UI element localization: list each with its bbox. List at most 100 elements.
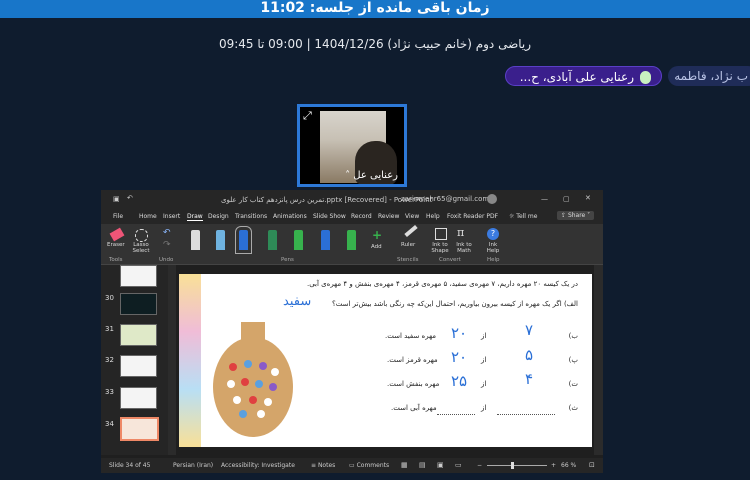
expand-icon[interactable]: ⤢ (303, 110, 315, 122)
fit-slide-icon[interactable]: ⊡ (589, 461, 595, 469)
tab-review[interactable]: Review (378, 213, 399, 220)
slide-thumbnail[interactable] (120, 265, 157, 287)
normal-view-icon[interactable]: ▦ (401, 461, 408, 469)
slide-scrollbar[interactable] (594, 265, 603, 455)
eraser-icon[interactable] (109, 227, 125, 242)
language-status[interactable]: Persian (Iran) (173, 462, 213, 469)
ribbon-tabs: File Home Insert Draw Design Transitions… (101, 210, 603, 224)
from-word: از (481, 380, 487, 388)
tab-draw[interactable]: Draw (187, 213, 203, 221)
share-button[interactable]: ⇪ Share ˅ (557, 211, 595, 220)
accessibility-status[interactable]: Accessibility: Investigate (221, 462, 295, 469)
slide-thumbnails-panel: 30 31 32 33 34 (101, 265, 173, 455)
pen-icon[interactable] (216, 230, 225, 250)
ink-to-math-icon[interactable]: π (457, 226, 464, 239)
slide-thumbnail[interactable] (120, 387, 157, 409)
tab-home[interactable]: Home (139, 213, 157, 220)
thumbnails-scrollbar[interactable] (168, 265, 176, 455)
notes-button[interactable]: ≡ Notes (311, 462, 335, 469)
participant-chip-speaking[interactable]: رعنایی علی آبادی، ح... (505, 66, 662, 86)
question-intro: در یک کیسه ۲۰ مهره داریم، ۷ مهره‌ی سفید،… (307, 280, 578, 288)
pen-icon[interactable] (347, 230, 356, 250)
group-stencils-label: Stencils (397, 257, 419, 263)
undo-icon[interactable]: ↶ (127, 194, 133, 202)
thumb-number: 32 (105, 356, 114, 364)
avatar[interactable] (487, 194, 497, 204)
slide-counter: Slide 34 of 45 (109, 462, 151, 469)
add-pen-icon[interactable]: + (372, 228, 382, 242)
tab-slideshow[interactable]: Slide Show (313, 213, 346, 220)
ink-to-shape-label: Ink to Shape (431, 242, 449, 254)
lasso-icon[interactable] (135, 229, 148, 242)
thumb-number: 30 (105, 294, 114, 302)
tab-view[interactable]: View (405, 213, 419, 220)
shared-screen-powerpoint: ▣ ↶ تمرین درس پانزدهم کتاب کار علوی.pptx… (101, 190, 603, 473)
row-prefix: ث) (568, 404, 578, 412)
zoom-slider-thumb[interactable] (511, 462, 514, 469)
group-help-label: Help (487, 257, 500, 263)
tab-design[interactable]: Design (208, 213, 229, 220)
tab-animations[interactable]: Animations (273, 213, 307, 220)
ink-to-math-label: Ink to Math (456, 242, 472, 254)
reading-view-icon[interactable]: ▣ (437, 461, 444, 469)
tell-me-search[interactable]: ☼ Tell me (509, 213, 537, 220)
pen-icon[interactable] (268, 230, 277, 250)
from-word: از (481, 404, 487, 412)
zoom-out-icon[interactable]: − (477, 462, 482, 469)
current-slide: در یک کیسه ۲۰ مهره داریم، ۷ مهره‌ی سفید،… (179, 274, 592, 447)
ruler-icon[interactable] (404, 224, 418, 238)
lasso-label: Lasso Select (132, 242, 150, 254)
help-icon[interactable]: ? (487, 228, 499, 240)
participant-name: رعنایی علی آبادی، ح... (519, 70, 634, 84)
ink-help-label: Ink Help (486, 242, 500, 254)
save-icon[interactable]: ▣ (113, 195, 120, 203)
group-pens-label: Pens (281, 257, 294, 263)
maximize-icon[interactable]: ▢ (563, 195, 570, 203)
undo-draw-icon[interactable]: ↶ (163, 228, 171, 238)
ink-to-shape-icon[interactable] (435, 228, 447, 240)
sorter-view-icon[interactable]: ▤ (419, 461, 426, 469)
slide-thumbnail-selected[interactable] (120, 417, 159, 441)
tab-record[interactable]: Record (351, 213, 372, 220)
session-timer: زمان باقی مانده از جلسه: 11:02 (0, 0, 750, 18)
account-email: zarinmehr65@gmail.com (401, 195, 490, 203)
tab-foxit[interactable]: Foxit Reader PDF (447, 213, 498, 220)
handwritten-denominator: ۲۰ (451, 324, 468, 342)
zoom-slider[interactable] (487, 465, 547, 466)
slide-thumbnail[interactable] (120, 355, 157, 377)
comments-button[interactable]: ▭ Comments (349, 462, 389, 469)
thumb-number: 33 (105, 388, 114, 396)
pen-icon-selected[interactable] (235, 226, 252, 254)
pen-icon[interactable] (294, 230, 303, 250)
row-text: مهره بنفش است. (387, 380, 440, 388)
pen-icon[interactable] (321, 230, 330, 250)
pen-icon[interactable] (191, 230, 200, 250)
participant-video-tile[interactable]: ⤢ رعنایی عل ˄ (297, 104, 407, 187)
zoom-in-icon[interactable]: + (551, 462, 556, 469)
tab-help[interactable]: Help (426, 213, 440, 220)
minimize-icon[interactable]: — (541, 195, 548, 203)
slide-thumbnail[interactable] (120, 293, 157, 315)
slideshow-view-icon[interactable]: ▭ (455, 461, 462, 469)
tab-insert[interactable]: Insert (163, 213, 180, 220)
participant-chip[interactable]: ب نژاد، فاطمه (668, 66, 750, 86)
answer-blank (497, 414, 555, 415)
handwritten-numerator: ۵ (525, 346, 534, 364)
video-name-label: رعنایی عل ˄ (345, 170, 398, 181)
participant-name: ب نژاد، فاطمه (674, 69, 748, 83)
tab-file[interactable]: File (113, 213, 123, 220)
question-a: الف) اگر یک مهره از کیسه بیرون بیاوریم، … (332, 300, 578, 308)
ppt-titlebar: ▣ ↶ تمرین درس پانزدهم کتاب کار علوی.pptx… (101, 190, 603, 210)
slide-thumbnail[interactable] (120, 324, 157, 346)
handwritten-answer-a: سفید (283, 294, 312, 309)
handwritten-numerator: ۷ (525, 321, 534, 339)
microphone-icon (640, 71, 651, 84)
group-convert-label: Convert (439, 257, 461, 263)
close-icon[interactable]: ✕ (585, 194, 591, 202)
redo-draw-icon[interactable]: ↷ (163, 240, 171, 250)
group-tools-label: Tools (109, 257, 123, 263)
tab-transitions[interactable]: Transitions (235, 213, 267, 220)
bead-bag-image (213, 322, 293, 437)
session-title: ریاضی دوم (خانم حبیب نژاد) 1404/12/26 | … (218, 37, 532, 51)
zoom-level[interactable]: 66 % (561, 462, 576, 469)
